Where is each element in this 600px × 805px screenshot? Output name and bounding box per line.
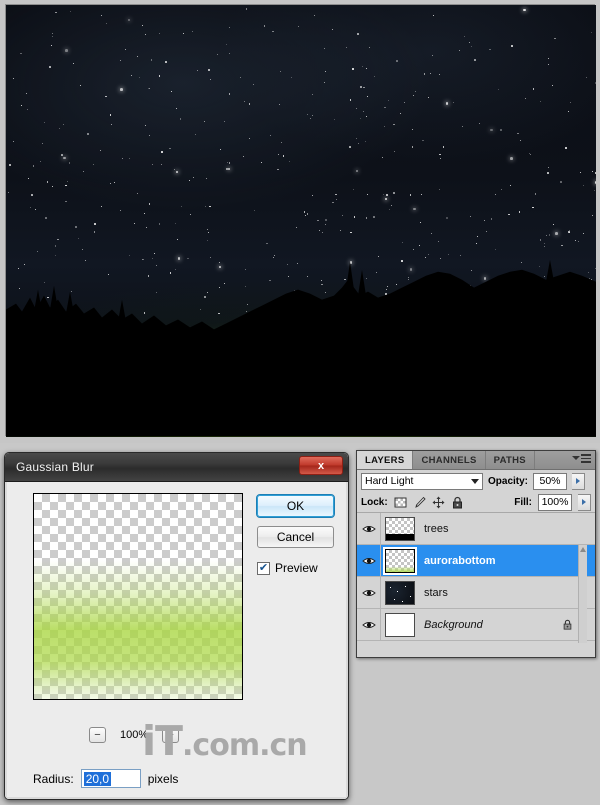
panel-menu-icon[interactable] xyxy=(572,454,591,463)
eye-icon xyxy=(361,557,376,564)
radius-input-value: 20,0 xyxy=(83,771,112,786)
visibility-toggle[interactable] xyxy=(357,513,381,544)
layer-name: Background xyxy=(424,618,483,631)
tree-silhouette-layer xyxy=(6,238,596,437)
visibility-toggle[interactable] xyxy=(357,609,381,640)
radius-field-row[interactable]: Radius: 20,0 pixels xyxy=(33,769,178,788)
layer-list[interactable]: trees aurorabottom stars Background xyxy=(357,513,595,641)
layer-row-aurorabottom[interactable]: aurorabottom xyxy=(357,545,595,577)
fill-input[interactable]: 100% xyxy=(538,493,572,511)
scroll-up-icon[interactable] xyxy=(580,547,586,552)
cancel-button[interactable]: Cancel xyxy=(257,526,334,548)
eye-icon xyxy=(361,525,376,532)
radius-units-label: pixels xyxy=(147,771,179,786)
tree-silhouette-svg xyxy=(6,260,596,437)
blend-mode-row[interactable]: Hard Light Opacity: 50% xyxy=(357,470,595,492)
tab-layers[interactable]: LAYERS xyxy=(357,451,414,469)
layers-panel[interactable]: LAYERS CHANNELS PATHS Hard Light Opacity… xyxy=(356,450,596,658)
tab-channels[interactable]: CHANNELS xyxy=(413,451,486,469)
blend-mode-select[interactable]: Hard Light xyxy=(361,472,483,490)
layer-name: stars xyxy=(424,586,448,599)
eye-icon xyxy=(361,621,376,628)
canvas-area xyxy=(0,0,600,443)
lock-row: Lock: Fill: 100% xyxy=(357,492,595,513)
thumbnail-content xyxy=(386,581,414,604)
play-triangle-icon xyxy=(576,478,581,484)
aurora-green-gradient-preview xyxy=(34,494,242,699)
fill-label: Fill: xyxy=(514,496,532,508)
opacity-input[interactable]: 50% xyxy=(533,472,568,490)
radius-slider[interactable] xyxy=(43,799,245,800)
layer-thumbnail[interactable] xyxy=(383,546,417,575)
move-lock-icon[interactable] xyxy=(432,496,445,509)
thumbnail-content xyxy=(386,566,414,572)
thumbnail-content xyxy=(386,533,414,540)
panel-scrollbar[interactable] xyxy=(578,545,587,643)
transparency-lock-icon[interactable] xyxy=(394,496,407,509)
layer-row-background[interactable]: Background xyxy=(357,609,595,641)
dialog-title: Gaussian Blur xyxy=(16,460,94,474)
layer-row-trees[interactable]: trees xyxy=(357,513,595,545)
ok-button[interactable]: OK xyxy=(256,494,335,518)
preview-label: Preview xyxy=(275,561,318,575)
layer-thumbnail[interactable] xyxy=(385,580,415,605)
tab-paths[interactable]: PATHS xyxy=(486,451,535,469)
visibility-toggle[interactable] xyxy=(357,545,381,576)
layer-name: aurorabottom xyxy=(424,554,496,567)
blend-mode-value: Hard Light xyxy=(365,475,414,487)
dialog-body: OK Cancel ✔ Preview − 100% + Radius: 20,… xyxy=(5,482,348,799)
opacity-label: Opacity: xyxy=(488,475,529,487)
dialog-titlebar[interactable]: Gaussian Blur x xyxy=(5,453,348,482)
zoom-level-label: 100% xyxy=(120,729,149,741)
preview-zoom-controls[interactable]: − 100% + xyxy=(89,727,180,743)
play-triangle-icon xyxy=(582,499,586,505)
eye-icon xyxy=(361,589,376,596)
hamburger-icon xyxy=(581,454,591,463)
close-icon[interactable]: x xyxy=(299,456,343,475)
opacity-spinner[interactable] xyxy=(572,472,586,490)
layer-name: trees xyxy=(424,522,449,535)
artwork-image[interactable] xyxy=(6,5,596,437)
zoom-in-button[interactable]: + xyxy=(162,727,180,743)
radius-label: Radius: xyxy=(33,771,74,786)
layer-row-stars[interactable]: stars xyxy=(357,577,595,609)
blur-preview-thumbnail[interactable] xyxy=(33,493,243,700)
fill-spinner[interactable] xyxy=(578,493,591,511)
chevron-down-icon xyxy=(572,456,580,461)
slider-handle[interactable] xyxy=(132,799,143,800)
panel-tab-bar[interactable]: LAYERS CHANNELS PATHS xyxy=(357,451,595,470)
paint-lock-icon[interactable] xyxy=(413,496,426,509)
preview-checkbox[interactable]: ✔ xyxy=(257,561,270,575)
thumbnail-content xyxy=(386,613,414,636)
preview-checkbox-row[interactable]: ✔ Preview xyxy=(257,561,318,575)
layer-thumbnail[interactable] xyxy=(385,612,415,637)
lock-icon xyxy=(563,619,572,630)
all-lock-icon[interactable] xyxy=(451,496,464,509)
gaussian-blur-dialog[interactable]: Gaussian Blur x OK Cancel ✔ Preview − 10… xyxy=(4,452,349,800)
radius-input[interactable]: 20,0 xyxy=(80,769,141,788)
chevron-down-icon xyxy=(471,478,479,484)
zoom-out-button[interactable]: − xyxy=(89,727,106,743)
lock-label: Lock: xyxy=(361,496,388,508)
layer-thumbnail[interactable] xyxy=(385,516,415,541)
visibility-toggle[interactable] xyxy=(357,577,381,608)
